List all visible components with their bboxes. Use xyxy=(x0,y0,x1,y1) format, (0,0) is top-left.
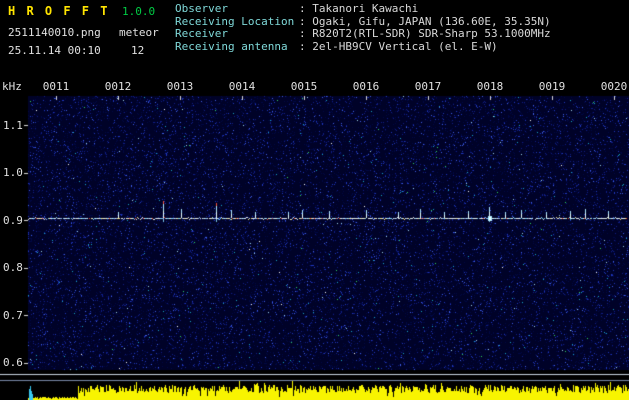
x-tick-label: 0013 xyxy=(166,80,194,93)
x-tick-label: 0014 xyxy=(228,80,256,93)
y-tick-label: 0.9 xyxy=(3,214,23,227)
info-row: Receiving antenna : 2el-HB9CV Vertical (e… xyxy=(175,39,551,54)
y-tick-label: 1.0 xyxy=(3,166,23,179)
echo-count: 12 xyxy=(131,44,145,57)
y-tick-label: 1.1 xyxy=(3,119,23,132)
spectrogram-canvas xyxy=(0,0,629,400)
x-tick-label: 0019 xyxy=(538,80,566,93)
x-tick-label: 0016 xyxy=(352,80,380,93)
y-axis-unit: kHz xyxy=(2,80,22,93)
x-tick-label: 0020 xyxy=(600,80,628,93)
x-tick-label: 0015 xyxy=(290,80,318,93)
hrofft-output: H R O F F T 1.0.0 2511140010.png meteor … xyxy=(0,0,629,400)
mode-label: meteor xyxy=(119,26,159,39)
x-tick-label: 0011 xyxy=(42,80,70,93)
x-tick-label: 0012 xyxy=(104,80,132,93)
filename: 2511140010.png xyxy=(8,26,101,39)
info-value: : 2el-HB9CV Vertical (el. E-W) xyxy=(299,39,498,53)
y-tick-label: 0.6 xyxy=(3,356,23,369)
app-name: H R O F F T xyxy=(8,4,110,18)
info-value: : Ogaki, Gifu, JAPAN (136.60E, 35.35N) xyxy=(299,14,551,28)
datetime: 25.11.14 00:10 xyxy=(8,44,101,57)
info-value: : Takanori Kawachi xyxy=(299,2,419,15)
y-tick-label: 0.8 xyxy=(3,261,23,274)
info-label: Receiving antenna xyxy=(175,39,288,53)
info-value: : R820T2(RTL-SDR) SDR-Sharp 53.1000MHz xyxy=(299,27,551,40)
app-version: 1.0.0 xyxy=(122,5,156,18)
x-axis: 0011 0012 0013 0014 0015 0016 0017 0018 … xyxy=(36,80,629,93)
y-tick-label: 0.7 xyxy=(3,309,23,322)
x-tick-label: 0017 xyxy=(414,80,442,93)
observer-info: Observer: Takanori Kawachi Receiving Loc… xyxy=(175,2,551,54)
info-label: Observer xyxy=(175,2,228,15)
info-label: Receiver xyxy=(175,27,228,40)
x-tick-label: 0018 xyxy=(476,80,504,93)
